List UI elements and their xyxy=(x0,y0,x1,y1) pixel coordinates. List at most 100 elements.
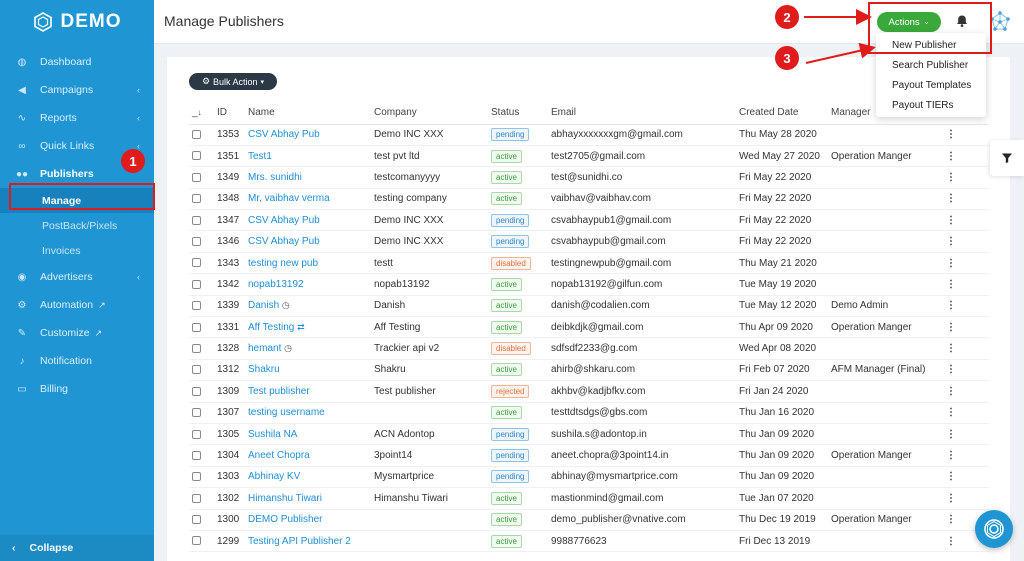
table-row[interactable]: 1343 testing new pub testt disabled testingn… xyxy=(189,252,989,275)
row-checkbox[interactable] xyxy=(192,472,201,482)
kebab-menu-icon[interactable]: ⋮ xyxy=(946,536,956,547)
col-status[interactable]: Status xyxy=(488,102,548,125)
table-row[interactable]: 1299 Testing API Publisher 2 active 9988776… xyxy=(189,530,989,553)
row-checkbox[interactable] xyxy=(192,429,201,439)
table-row[interactable]: 1307 testing username active testtdtsdgs@gb… xyxy=(189,402,989,424)
kebab-menu-icon[interactable]: ⋮ xyxy=(946,450,956,461)
kebab-menu-icon[interactable]: ⋮ xyxy=(946,364,956,375)
menu-item-payout-tiers[interactable]: Payout TIERs xyxy=(876,95,986,115)
table-row[interactable]: 1304 Aneet Chopra 3point14 pending aneet.cho… xyxy=(189,444,989,467)
sidebar-item-dashboard[interactable]: ◍ Dashboard xyxy=(0,48,154,76)
row-checkbox[interactable] xyxy=(192,237,201,246)
publisher-name-link[interactable]: CSV Abhay Pub xyxy=(248,236,320,247)
row-checkbox[interactable] xyxy=(192,172,201,182)
col-email[interactable]: Email xyxy=(548,102,736,125)
publisher-name-link[interactable]: nopab13192 xyxy=(248,279,304,290)
kebab-menu-icon[interactable]: ⋮ xyxy=(946,215,956,226)
table-row[interactable]: 1328 hemant ◷ Trackier api v2 disabled sdfsd… xyxy=(189,337,989,360)
col-select[interactable]: _↓ xyxy=(189,102,214,125)
row-checkbox[interactable] xyxy=(192,365,201,375)
filter-button[interactable] xyxy=(990,140,1024,176)
row-checkbox[interactable] xyxy=(192,279,201,289)
row-checkbox[interactable] xyxy=(192,408,201,418)
sidebar-item-automation[interactable]: ⚙ Automation ↗ xyxy=(0,291,154,319)
kebab-menu-icon[interactable]: ⋮ xyxy=(946,514,956,525)
row-checkbox[interactable] xyxy=(192,130,201,140)
kebab-menu-icon[interactable]: ⋮ xyxy=(946,343,956,354)
publisher-name-link[interactable]: Mrs. sunidhi xyxy=(248,172,302,183)
table-row[interactable]: 1353 CSV Abhay Pub Demo INC XXX pending abha… xyxy=(189,124,989,146)
sidebar-item-advertisers[interactable]: ◉ Advertisers ‹ xyxy=(0,263,154,291)
kebab-menu-icon[interactable]: ⋮ xyxy=(946,493,956,504)
sidebar-item-notification[interactable]: ♪ Notification xyxy=(0,347,154,375)
table-row[interactable]: 1303 Abhinay KV Mysmartprice pending abhinay… xyxy=(189,466,989,489)
kebab-menu-icon[interactable]: ⋮ xyxy=(946,471,956,482)
row-checkbox[interactable] xyxy=(192,493,201,503)
kebab-menu-icon[interactable]: ⋮ xyxy=(946,279,956,290)
table-row[interactable]: 1312 Shakru Shakru active ahirb@shkaru.com Fr… xyxy=(189,359,989,382)
kebab-menu-icon[interactable]: ⋮ xyxy=(946,322,956,333)
publisher-name-link[interactable]: Test publisher xyxy=(248,386,310,397)
publisher-name-link[interactable]: CSV Abhay Pub xyxy=(248,129,320,140)
sidebar-subitem-postback-pixels[interactable]: PostBack/Pixels xyxy=(0,213,154,238)
table-row[interactable]: 1309 Test publisher Test publisher rejected… xyxy=(189,380,989,403)
logo[interactable]: DEMO xyxy=(0,0,154,44)
table-row[interactable]: 1346 CSV Abhay Pub Demo INC XXX pending csva… xyxy=(189,230,989,253)
publisher-name-link[interactable]: testing username xyxy=(248,407,325,418)
kebab-menu-icon[interactable]: ⋮ xyxy=(946,407,956,418)
row-checkbox[interactable] xyxy=(192,194,201,204)
row-checkbox[interactable] xyxy=(192,515,201,525)
publisher-name-link[interactable]: Aff Testing xyxy=(248,322,294,333)
table-row[interactable]: 1348 Mr, vaibhav verma testing company acti… xyxy=(189,188,989,211)
table-row[interactable]: 1351 Test1 test pvt ltd active test2705@gmai… xyxy=(189,145,989,168)
col-created[interactable]: Created Date xyxy=(736,102,828,125)
sidebar-item-billing[interactable]: ▭ Billing xyxy=(0,375,154,403)
table-row[interactable]: 1342 nopab13192 nopab13192 active nopab13192… xyxy=(189,273,989,296)
kebab-menu-icon[interactable]: ⋮ xyxy=(946,172,956,183)
col-name[interactable]: Name xyxy=(245,102,371,125)
kebab-menu-icon[interactable]: ⋮ xyxy=(946,300,956,311)
table-row[interactable]: 1302 Himanshu Tiwari Himanshu Tiwari active… xyxy=(189,487,989,510)
row-checkbox[interactable] xyxy=(192,301,201,311)
sidebar-item-customize[interactable]: ✎ Customize ↗ xyxy=(0,319,154,347)
table-row[interactable]: 1339 Danish ◷ Danish active danish@codalien.… xyxy=(189,295,989,318)
table-row[interactable]: 1331 Aff Testing ⇄ Aff Testing active deibkd… xyxy=(189,316,989,339)
row-checkbox[interactable] xyxy=(192,386,201,396)
table-row[interactable]: 1349 Mrs. sunidhi testcomanyyyy active test@… xyxy=(189,166,989,189)
menu-item-search-publisher[interactable]: Search Publisher xyxy=(876,55,986,75)
publisher-name-link[interactable]: Himanshu Tiwari xyxy=(248,493,322,504)
kebab-menu-icon[interactable]: ⋮ xyxy=(946,386,956,397)
table-row[interactable]: 1300 DEMO Publisher active demo_publisher@v… xyxy=(189,509,989,531)
support-chat-button[interactable] xyxy=(975,510,1013,548)
row-checkbox[interactable] xyxy=(192,215,201,225)
kebab-menu-icon[interactable]: ⋮ xyxy=(946,193,956,204)
bulk-action-button[interactable]: ⚙ Bulk Action ▾ xyxy=(189,73,277,90)
sidebar-subitem-invoices[interactable]: Invoices xyxy=(0,238,154,263)
row-checkbox[interactable] xyxy=(192,258,201,268)
table-row[interactable]: 1347 CSV Abhay Pub Demo INC XXX pending csva… xyxy=(189,209,989,232)
publisher-name-link[interactable]: Shakru xyxy=(248,364,280,375)
publisher-name-link[interactable]: Abhinay KV xyxy=(248,471,300,482)
row-checkbox[interactable] xyxy=(192,343,201,353)
kebab-menu-icon[interactable]: ⋮ xyxy=(946,151,956,162)
kebab-menu-icon[interactable]: ⋮ xyxy=(946,236,956,247)
row-checkbox[interactable] xyxy=(192,151,201,161)
kebab-menu-icon[interactable]: ⋮ xyxy=(946,129,956,140)
collapse-button[interactable]: ‹ Collapse xyxy=(0,535,154,561)
kebab-menu-icon[interactable]: ⋮ xyxy=(946,258,956,269)
sidebar-item-reports[interactable]: ∿ Reports ‹ xyxy=(0,104,154,132)
publisher-name-link[interactable]: DEMO Publisher xyxy=(248,514,322,525)
publisher-name-link[interactable]: Sushila NA xyxy=(248,429,297,440)
row-checkbox[interactable] xyxy=(192,322,201,332)
publisher-name-link[interactable]: Aneet Chopra xyxy=(248,450,310,461)
publisher-name-link[interactable]: Danish xyxy=(248,300,279,311)
col-id[interactable]: ID xyxy=(214,102,245,125)
publisher-name-link[interactable]: testing new pub xyxy=(248,258,318,269)
publisher-name-link[interactable]: hemant xyxy=(248,343,281,354)
sidebar-item-campaigns[interactable]: ◀ Campaigns ‹ xyxy=(0,76,154,104)
table-row[interactable]: 1305 Sushila NA ACN Adontop pending sushila.… xyxy=(189,423,989,446)
menu-item-payout-templates[interactable]: Payout Templates xyxy=(876,75,986,95)
publisher-name-link[interactable]: Testing API Publisher 2 xyxy=(248,536,351,547)
publisher-name-link[interactable]: CSV Abhay Pub xyxy=(248,215,320,226)
row-checkbox[interactable] xyxy=(192,536,201,546)
